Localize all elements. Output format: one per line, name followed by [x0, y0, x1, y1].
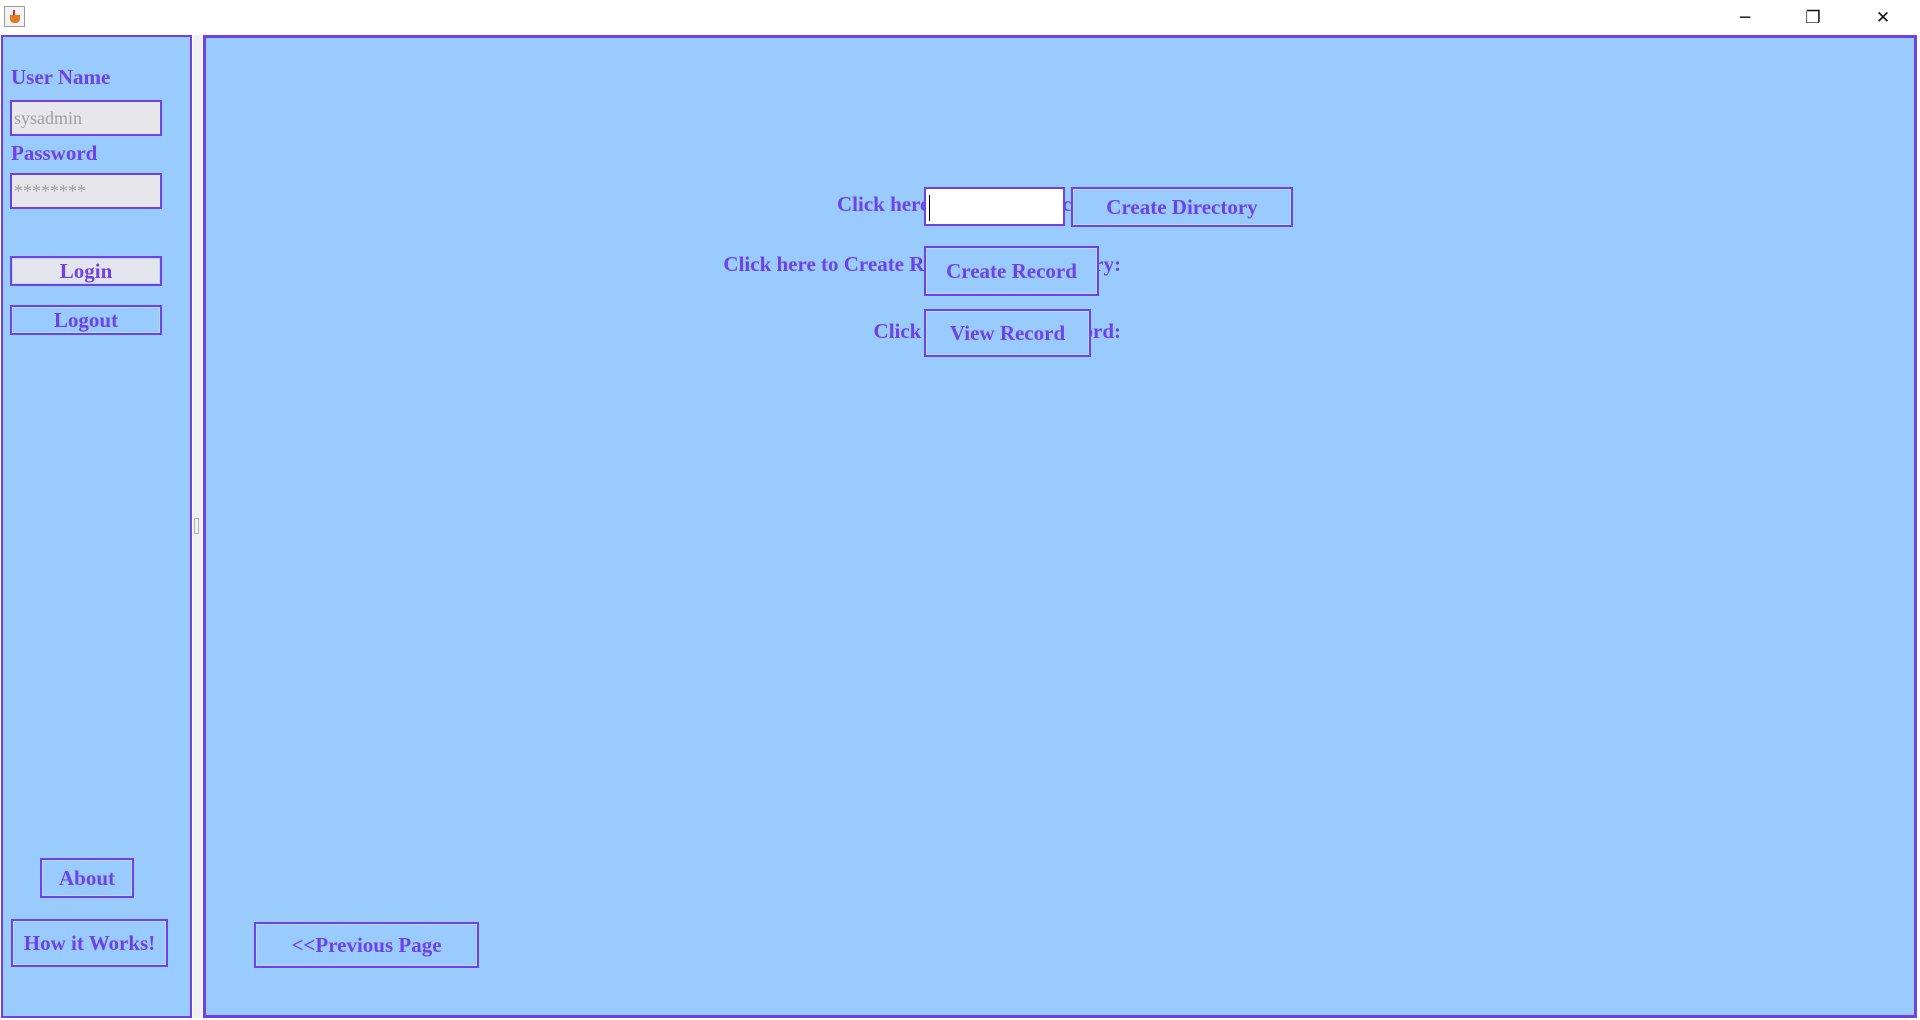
previous-page-button[interactable]: <<Previous Page: [254, 922, 479, 968]
maximize-icon[interactable]: ❐: [1778, 0, 1848, 35]
logout-button[interactable]: Logout: [10, 305, 162, 335]
title-bar: ─ ❐ ✕: [0, 0, 1920, 35]
java-cup-icon[interactable]: [4, 6, 25, 27]
password-label: Password: [11, 141, 98, 165]
minimize-icon[interactable]: ─: [1710, 0, 1780, 35]
login-button[interactable]: Login: [10, 256, 162, 286]
close-icon[interactable]: ✕: [1848, 0, 1918, 35]
about-button[interactable]: About: [40, 858, 134, 898]
username-field[interactable]: sysadmin: [10, 100, 162, 136]
directory-name-input[interactable]: [924, 187, 1065, 226]
how-it-works-button[interactable]: How it Works!: [11, 919, 168, 967]
create-directory-button[interactable]: Create Directory: [1071, 187, 1293, 227]
text-caret: [929, 195, 930, 221]
main-panel: Click here to Create Directory : Create …: [203, 35, 1917, 1018]
password-field[interactable]: ********: [10, 173, 162, 209]
view-record-button[interactable]: View Record: [924, 309, 1091, 357]
username-label: User Name: [11, 65, 111, 89]
login-panel: User Name sysadmin Password ******** Log…: [1, 35, 192, 1018]
create-record-button[interactable]: Create Record: [924, 246, 1099, 296]
splitter-grip[interactable]: [194, 518, 199, 534]
